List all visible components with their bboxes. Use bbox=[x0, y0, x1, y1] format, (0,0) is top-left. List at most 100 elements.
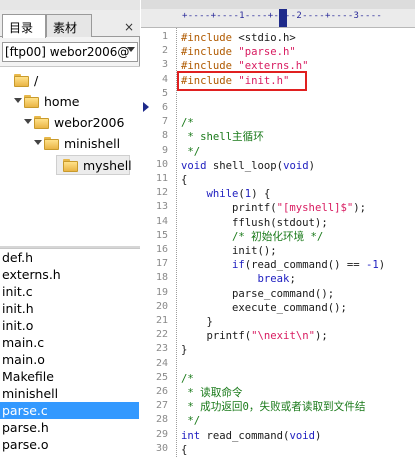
toolbar-strip bbox=[0, 0, 140, 10]
code-token: { bbox=[181, 174, 188, 186]
code-token: ) { bbox=[251, 188, 271, 201]
tree-item-webor2006[interactable]: webor2006 bbox=[0, 113, 138, 133]
tab-materials[interactable]: 素材 bbox=[46, 14, 92, 37]
tab-directory[interactable]: 目录 bbox=[2, 14, 46, 38]
code-token: while bbox=[206, 188, 239, 201]
folder-icon bbox=[14, 74, 29, 87]
folder-icon bbox=[63, 159, 78, 172]
code-line[interactable]: parse_command(); bbox=[181, 287, 334, 301]
code-token: ); bbox=[314, 330, 328, 343]
line-number: 20 bbox=[155, 300, 168, 312]
code-line[interactable]: while(1) { bbox=[181, 187, 271, 201]
tree-item-minishell[interactable]: minishell bbox=[0, 134, 138, 154]
code-token: "[myshell]$" bbox=[276, 202, 354, 215]
code-token: printf( bbox=[181, 202, 277, 215]
code-token: ) bbox=[378, 259, 386, 272]
line-number: 27 bbox=[155, 400, 168, 412]
line-number: 6 bbox=[161, 102, 168, 113]
file-item[interactable]: main.c bbox=[0, 334, 139, 351]
tree-item-[interactable]: / bbox=[0, 71, 138, 91]
server-dropdown[interactable]: [ftp00] webor2006@ bbox=[2, 42, 138, 62]
line-number: 16 bbox=[155, 244, 168, 255]
code-token: "parse.h" bbox=[238, 46, 296, 59]
line-number: 30 bbox=[155, 442, 168, 454]
file-item[interactable]: init.c bbox=[0, 283, 139, 300]
code-token: * shell主循环 bbox=[181, 131, 264, 144]
code-token: fflush(stdout); bbox=[181, 216, 328, 229]
file-item[interactable]: init.o bbox=[0, 317, 139, 334]
file-item[interactable]: parse.h bbox=[0, 419, 139, 436]
code-line[interactable]: /* 初始化环境 */ bbox=[181, 230, 323, 244]
code-line[interactable]: #include <stdio.h> bbox=[181, 31, 296, 45]
code-token: #include bbox=[181, 32, 239, 44]
file-item[interactable]: externs.h bbox=[0, 266, 139, 283]
code-token: */ bbox=[181, 145, 201, 158]
code-line[interactable]: * shell主循环 bbox=[181, 130, 264, 144]
code-line[interactable]: } bbox=[181, 315, 213, 329]
file-item[interactable]: Makefile bbox=[0, 368, 139, 385]
chevron-down-icon[interactable] bbox=[14, 98, 22, 103]
code-line[interactable]: * 读取命令 bbox=[181, 386, 243, 400]
code-token: <stdio.h> bbox=[238, 32, 296, 44]
code-line[interactable]: void shell_loop(void) bbox=[181, 159, 315, 173]
code-token: execute_command(); bbox=[181, 301, 347, 314]
code-line[interactable]: */ bbox=[181, 145, 200, 159]
line-number: 5 bbox=[161, 87, 168, 99]
file-item[interactable]: minishell bbox=[0, 385, 139, 402]
code-token: * 读取命令 bbox=[181, 387, 243, 399]
code-line[interactable]: /* bbox=[181, 116, 194, 130]
code-token: ) bbox=[308, 159, 315, 172]
file-item[interactable]: def.h bbox=[0, 249, 139, 266]
server-dropdown-value: [ftp00] webor2006@ bbox=[5, 45, 130, 59]
close-icon[interactable]: × bbox=[124, 20, 136, 34]
code-line[interactable]: printf("[myshell]$"); bbox=[181, 201, 366, 215]
code-token: break bbox=[257, 273, 290, 286]
code-line[interactable]: #include "parse.h" bbox=[181, 45, 296, 59]
code-line[interactable]: */ bbox=[181, 414, 200, 428]
code-line[interactable]: { bbox=[181, 443, 187, 457]
chevron-down-icon[interactable] bbox=[34, 140, 42, 145]
code-token: "\nexit\n" bbox=[251, 330, 315, 343]
line-number: 15 bbox=[155, 229, 168, 241]
line-number: 2 bbox=[161, 45, 168, 57]
code-line[interactable]: } bbox=[181, 343, 187, 357]
line-number: 8 bbox=[161, 130, 168, 142]
line-number: 21 bbox=[155, 315, 168, 326]
code-line[interactable]: * 成功返回0，失败或者读取到文件结 bbox=[181, 400, 365, 414]
tree-item-label: minishell bbox=[64, 136, 121, 151]
line-number: 12 bbox=[155, 187, 168, 199]
code-line[interactable]: fflush(stdout); bbox=[181, 216, 328, 230]
tree-item-myshell[interactable]: myshell bbox=[56, 155, 132, 175]
code-line[interactable]: int read_command(void) bbox=[181, 429, 321, 443]
directory-tree: / home webor2006 minishell myshell bbox=[0, 66, 140, 246]
file-item[interactable]: main.o bbox=[0, 351, 139, 368]
file-item[interactable]: init.h bbox=[0, 300, 139, 317]
line-number: 11 bbox=[155, 173, 168, 184]
code-token: ; bbox=[289, 273, 296, 286]
line-number: 28 bbox=[155, 414, 168, 426]
code-line[interactable]: if(read_command() == -1) bbox=[181, 258, 385, 272]
code-line[interactable]: { bbox=[181, 173, 187, 187]
code-token: } bbox=[181, 316, 213, 328]
tree-item-label: myshell bbox=[83, 158, 132, 173]
code-line[interactable]: execute_command(); bbox=[181, 301, 347, 315]
line-number: 17 bbox=[155, 258, 168, 270]
tree-item-home[interactable]: home bbox=[0, 92, 138, 112]
chevron-down-icon[interactable] bbox=[24, 119, 32, 124]
line-number: 26 bbox=[155, 386, 168, 397]
line-number: 10 bbox=[155, 158, 168, 170]
code-line[interactable]: /* bbox=[181, 372, 194, 386]
file-item[interactable]: parse.c bbox=[0, 402, 139, 419]
file-item[interactable]: parse.o bbox=[0, 436, 139, 453]
code-line[interactable]: printf("\nexit\n"); bbox=[181, 329, 328, 343]
code-editor[interactable]: +----+----1----+----2----+----3---- 1234… bbox=[141, 0, 415, 457]
code-token: /* 初始化环境 */ bbox=[181, 230, 324, 243]
code-line[interactable]: init(); bbox=[181, 244, 277, 258]
code-area[interactable]: #include <stdio.h> #include "parse.h" #inc… bbox=[181, 28, 415, 457]
line-number: 24 bbox=[155, 357, 168, 369]
line-number: 3 bbox=[161, 59, 168, 71]
code-line[interactable]: break; bbox=[181, 272, 296, 286]
line-number: 19 bbox=[155, 286, 168, 298]
